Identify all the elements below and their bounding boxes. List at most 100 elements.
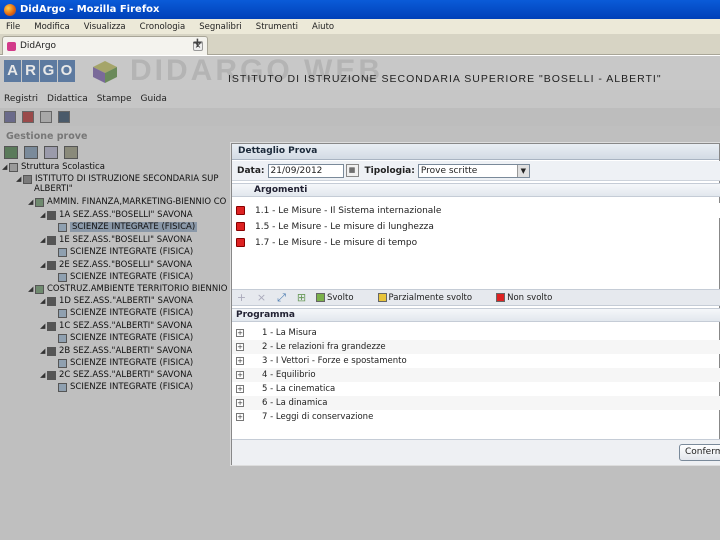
menu-guida[interactable]: Guida <box>141 94 167 104</box>
logo-letter: G <box>40 60 57 82</box>
tree-add-icon[interactable] <box>4 146 18 159</box>
tree-class[interactable]: ◢ 2E SEZ.ASS."BOSELLI" SAVONA <box>40 260 192 270</box>
argument-row[interactable]: 1.7 - Le Misure - Le misure di tempo <box>232 235 720 250</box>
expand-plus-icon[interactable]: + <box>236 385 244 393</box>
menu-cronologia[interactable]: Cronologia <box>140 22 186 32</box>
argument-row[interactable]: 1.5 - Le Misure - Le misure di lunghezza <box>232 219 720 234</box>
menu-stampe[interactable]: Stampe <box>97 94 132 104</box>
tree-print-icon[interactable] <box>44 146 58 159</box>
tree-class[interactable]: ◢ 2C SEZ.ASS."ALBERTI" SAVONA <box>40 370 192 380</box>
expand-plus-icon[interactable]: + <box>236 371 244 379</box>
book-icon[interactable] <box>22 111 34 123</box>
expand-icon[interactable]: ⤢ <box>276 292 287 303</box>
tree-node-label: SCIENZE INTEGRATE (FISICA) <box>70 222 198 232</box>
tree-class[interactable]: ◢ 1E SEZ.ASS."BOSELLI" SAVONA <box>40 235 192 245</box>
mark-not-done-button[interactable]: Non svolto <box>496 293 552 303</box>
argument-row[interactable]: 1.1 - Le Misure - Il Sistema internazion… <box>232 203 720 218</box>
program-row[interactable]: + 5 - La cinematica <box>232 382 720 396</box>
menu-strumenti[interactable]: Strumenti <box>256 22 298 32</box>
red-cube-icon <box>236 238 245 247</box>
expand-plus-icon[interactable]: + <box>236 357 244 365</box>
confirm-button[interactable]: Conferma <box>679 444 720 461</box>
mark-done-label: Svolto <box>327 292 354 303</box>
subject-icon <box>58 333 67 343</box>
tree-export-icon[interactable] <box>64 146 78 159</box>
tree-subject[interactable]: SCIENZE INTEGRATE (FISICA) <box>58 333 193 343</box>
institute-name: ISTITUTO DI ISTRUZIONE SECONDARIA SUPERI… <box>228 73 662 85</box>
tree-node-label: SCIENZE INTEGRATE (FISICA) <box>70 358 194 368</box>
expand-plus-icon[interactable]: + <box>236 329 244 337</box>
tree-subject[interactable]: SCIENZE INTEGRATE (FISICA) <box>58 308 193 318</box>
menu-visualizza[interactable]: Visualizza <box>84 22 126 32</box>
program-row[interactable]: + 6 - La dinamica <box>232 396 720 410</box>
expand-plus-icon[interactable]: + <box>236 399 244 407</box>
argument-label: 1.7 - Le Misure - Le misure di tempo <box>255 237 418 248</box>
program-label: 2 - Le relazioni fra grandezze <box>262 342 386 352</box>
program-row[interactable]: + 3 - I Vettori - Forze e spostamento <box>232 354 720 368</box>
tab-bar: DidArgo × <box>0 34 720 55</box>
tree-subject[interactable]: SCIENZE INTEGRATE (FISICA) <box>58 358 193 368</box>
browser-menubar: File Modifica Visualizza Cronologia Segn… <box>0 19 720 34</box>
document-icon[interactable] <box>40 111 52 123</box>
test-detail-dialog: Dettaglio Prova Data: 21/09/2012 ▦ Tipol… <box>231 143 720 465</box>
class-icon <box>47 260 56 270</box>
monitor-icon[interactable] <box>58 111 70 123</box>
program-label: 5 - La cinematica <box>262 384 336 394</box>
tree-import-icon[interactable] <box>24 146 38 159</box>
tree-node-label: ALBERTI" <box>34 184 73 194</box>
delete-icon[interactable]: × <box>256 292 267 303</box>
tree-subject[interactable]: SCIENZE INTEGRATE (FISICA) <box>58 247 193 257</box>
tree-class[interactable]: ◢ 1D SEZ.ASS."ALBERTI" SAVONA <box>40 296 193 306</box>
app-toolbar <box>0 108 720 126</box>
tree-class[interactable]: ◢ 1A SEZ.ASS."BOSELLI" SAVONA <box>40 210 193 220</box>
program-row[interactable]: + 4 - Equilibrio <box>232 368 720 382</box>
add-icon[interactable]: + <box>236 292 247 303</box>
menu-segnalibri[interactable]: Segnalibri <box>199 22 242 32</box>
expand-plus-icon[interactable]: + <box>236 343 244 351</box>
tree-school[interactable]: ◢ ISTITUTO DI ISTRUZIONE SECONDARIA SUP <box>16 174 219 184</box>
type-select[interactable]: Prove scritte ▼ <box>417 163 530 178</box>
tree-select-icon[interactable]: ⊞ <box>296 292 307 303</box>
tree-course[interactable]: ◢ COSTRUZ.AMBIENTE TERRITORIO BIENNIO <box>28 284 227 294</box>
tab-didargo[interactable]: DidArgo × <box>2 36 208 55</box>
tree-node-label: SCIENZE INTEGRATE (FISICA) <box>70 382 194 392</box>
mark-partial-button[interactable]: Parzialmente svolto <box>377 293 472 303</box>
tree-class[interactable]: ◢ 1C SEZ.ASS."ALBERTI" SAVONA <box>40 321 192 331</box>
tree-node-label: 1D SEZ.ASS."ALBERTI" SAVONA <box>59 296 193 306</box>
tree-node-label: SCIENZE INTEGRATE (FISICA) <box>70 333 194 343</box>
tree-node-label: 1A SEZ.ASS."BOSELLI" SAVONA <box>59 210 193 220</box>
subject-icon <box>58 308 67 318</box>
chevron-down-icon[interactable]: ▼ <box>516 164 529 177</box>
tree-class[interactable]: ◢ 2B SEZ.ASS."ALBERTI" SAVONA <box>40 346 192 356</box>
date-field[interactable]: 21/09/2012 <box>267 163 344 178</box>
school-icon <box>23 174 32 184</box>
registry-icon[interactable] <box>4 111 16 123</box>
menu-modifica[interactable]: Modifica <box>34 22 70 32</box>
menu-didattica[interactable]: Didattica <box>47 94 88 104</box>
menu-registri[interactable]: Registri <box>4 94 38 104</box>
logo-letter: R <box>22 60 39 82</box>
calendar-icon[interactable]: ▦ <box>345 164 359 177</box>
tree-subject-selected[interactable]: SCIENZE INTEGRATE (FISICA) <box>58 222 198 232</box>
tree-node-label: COSTRUZ.AMBIENTE TERRITORIO BIENNIO <box>47 284 228 294</box>
tree-root[interactable]: ◢ Struttura Scolastica <box>2 162 105 172</box>
program-row[interactable]: + 1 - La Misura <box>232 326 720 340</box>
didargo-cube-icon <box>93 61 117 83</box>
menu-aiuto[interactable]: Aiuto <box>312 22 334 32</box>
program-row[interactable]: + 7 - Leggi di conservazione <box>232 410 720 424</box>
subject-icon <box>58 382 67 392</box>
tree-subject[interactable]: SCIENZE INTEGRATE (FISICA) <box>58 382 193 392</box>
expand-plus-icon[interactable]: + <box>236 413 244 421</box>
new-tab-icon[interactable]: + <box>192 36 203 51</box>
tree-subject[interactable]: SCIENZE INTEGRATE (FISICA) <box>58 272 193 282</box>
subject-icon <box>58 247 67 257</box>
tree-course[interactable]: ◢ AMMIN. FINANZA,MARKETING-BIENNIO CO <box>28 197 226 207</box>
menu-file[interactable]: File <box>6 22 20 32</box>
tree-node-label: Struttura Scolastica <box>21 162 105 172</box>
logo-letter: A <box>4 60 21 82</box>
didargo-favicon-icon <box>7 41 16 51</box>
mark-done-button[interactable]: Svolto <box>316 293 354 303</box>
program-row[interactable]: + 2 - Le relazioni fra grandezze <box>232 340 720 354</box>
window-title: DidArgo - Mozilla Firefox <box>20 4 160 15</box>
type-select-value: Prove scritte <box>420 165 478 176</box>
